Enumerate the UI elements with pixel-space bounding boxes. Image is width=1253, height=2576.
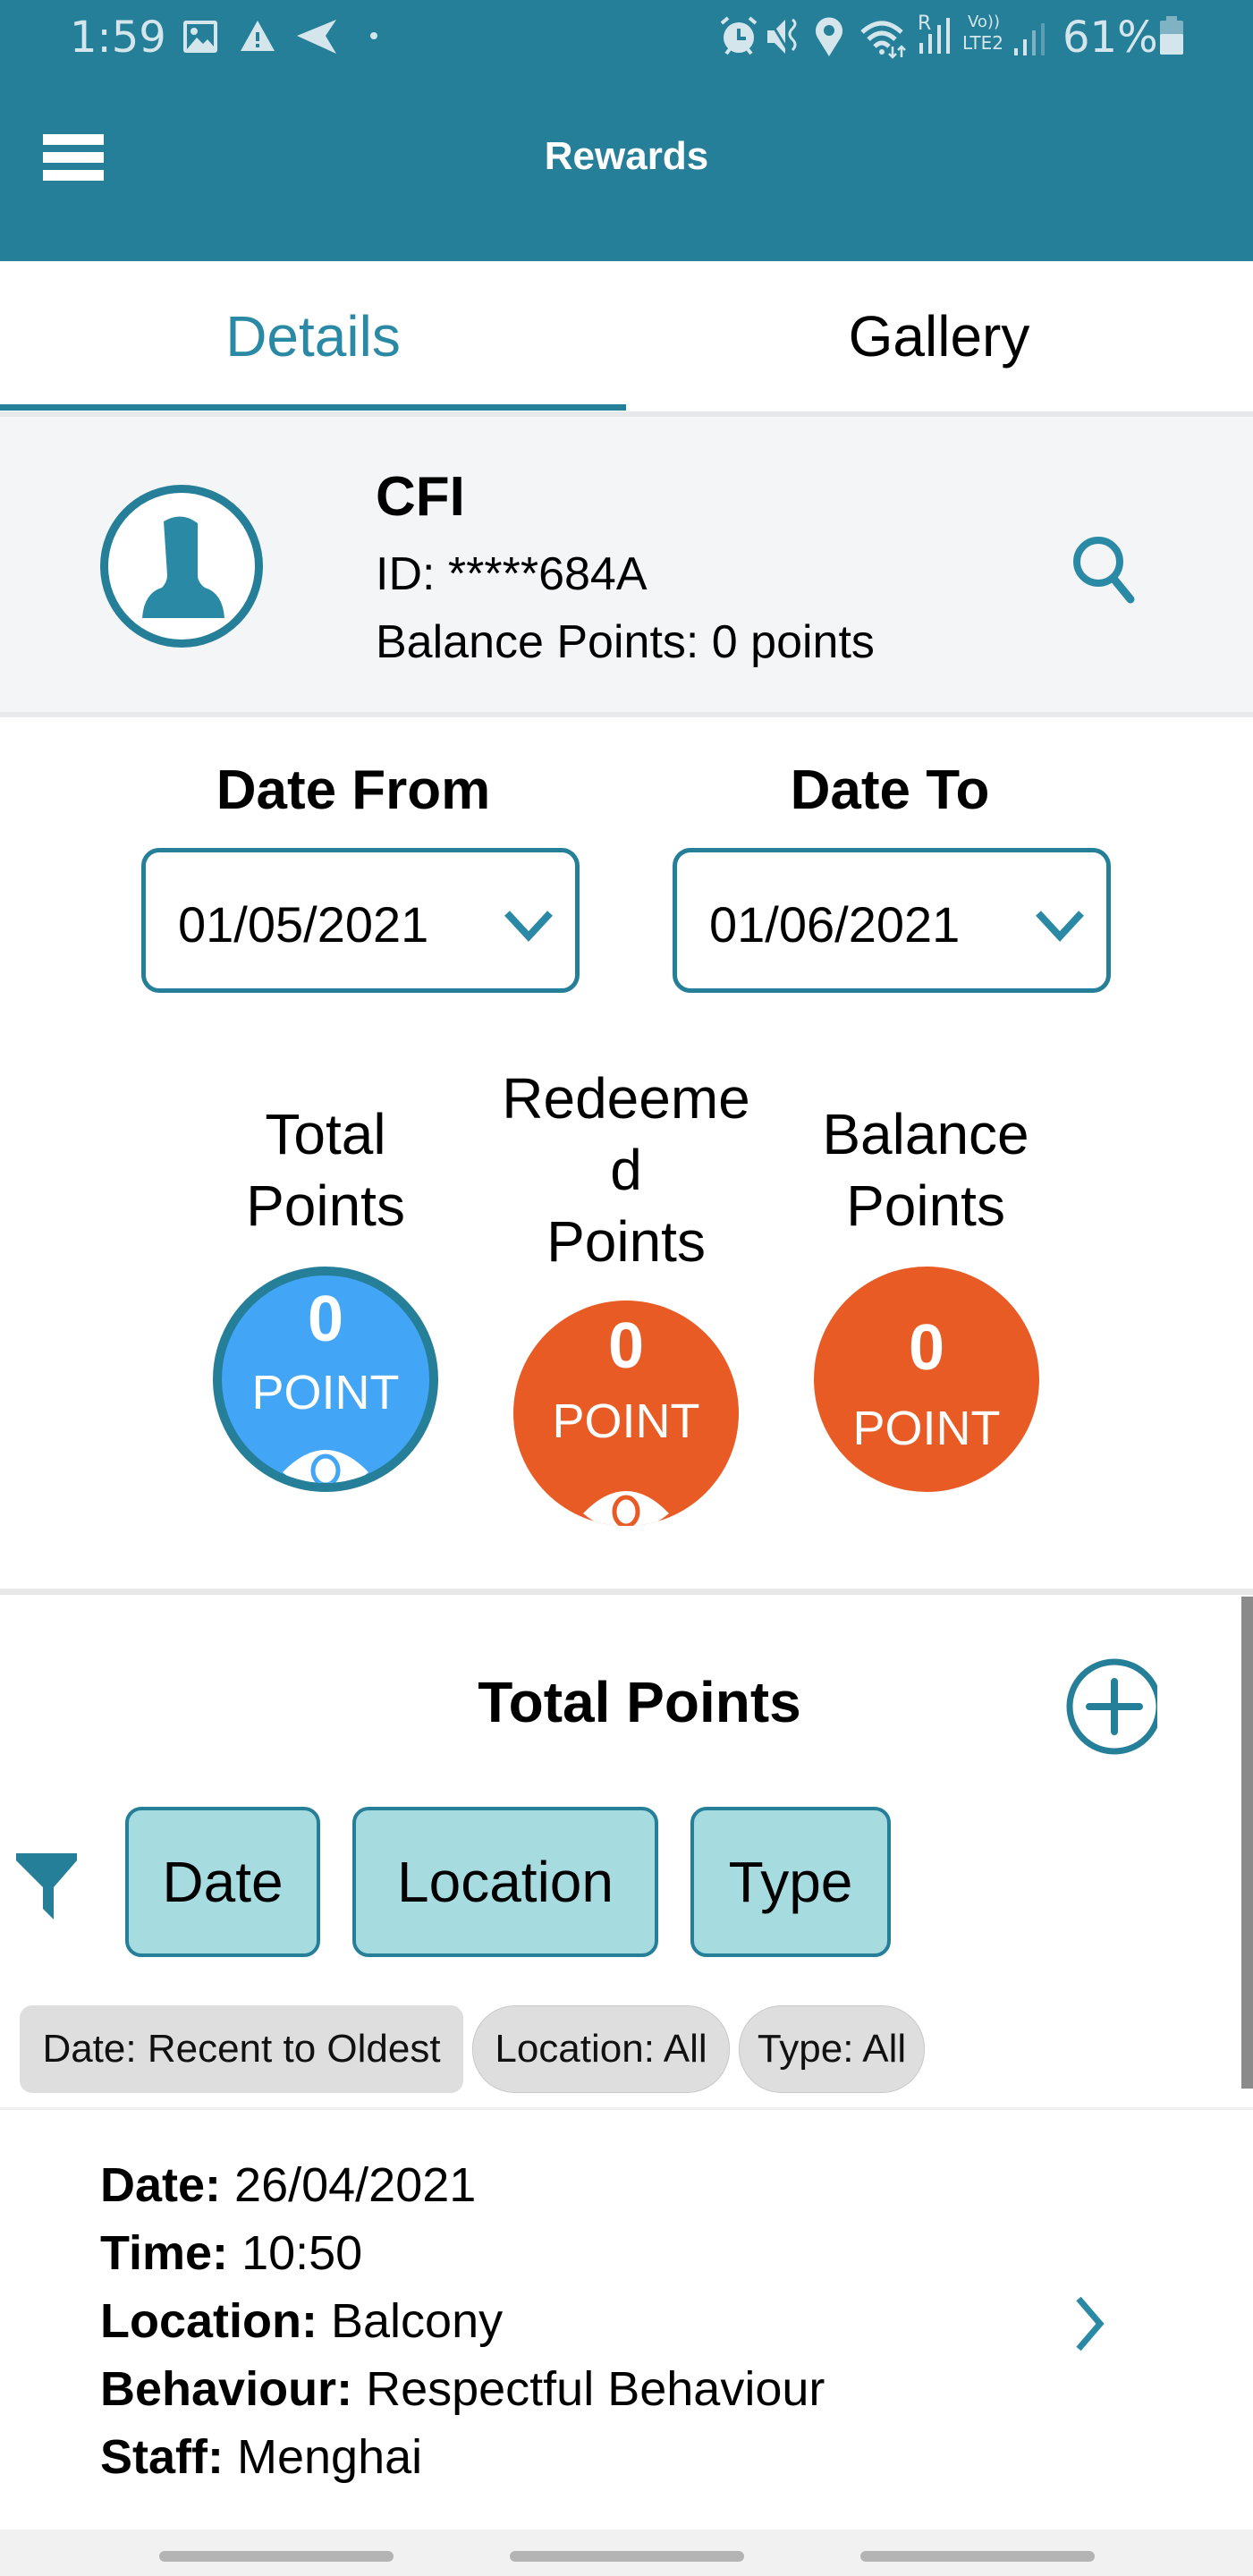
send-icon: [297, 20, 336, 54]
filter-icon[interactable]: [14, 1848, 79, 1921]
total-points-value: 0: [307, 1284, 344, 1355]
date-from-picker[interactable]: 01/05/2021: [141, 848, 580, 993]
app-bar: 1:59 R Vo)) LTE2 61% Rewards: [0, 0, 1253, 261]
label-line: Points: [546, 1209, 706, 1274]
field-value: Menghai: [237, 2430, 423, 2484]
status-time: 1:59: [70, 13, 166, 63]
dot-icon: [370, 32, 377, 39]
date-from-value: 01/05/2021: [178, 896, 429, 953]
field-value: 10:50: [241, 2226, 363, 2280]
location-icon: [816, 17, 842, 57]
record-staff: Staff: Menghai: [100, 2429, 422, 2485]
redeemed-points-value: 0: [607, 1310, 645, 1382]
tab-details[interactable]: Details: [0, 261, 626, 411]
filter-date-button[interactable]: Date: [125, 1807, 320, 1957]
label-line: d: [610, 1138, 642, 1202]
vibrate-icon: [767, 18, 797, 54]
field-key: Behaviour:: [100, 2362, 353, 2416]
profile-name: CFI: [376, 466, 465, 528]
date-to-value: 01/06/2021: [709, 896, 961, 953]
field-key: Staff:: [100, 2430, 224, 2484]
search-button[interactable]: [1064, 528, 1145, 608]
label-line: Balance: [822, 1102, 1029, 1166]
date-to-picker[interactable]: 01/06/2021: [673, 848, 1111, 993]
profile-balance: Balance Points: 0 points: [376, 616, 875, 668]
label-line: Points: [846, 1174, 1005, 1238]
field-value: Respectful Behaviour: [366, 2362, 825, 2416]
balance-points-unit: POINT: [852, 1402, 1001, 1455]
add-button[interactable]: [1063, 1657, 1157, 1757]
redeemed-points-unit: POINT: [552, 1394, 700, 1448]
nav-recents-button[interactable]: [159, 2551, 394, 2562]
page-title: Rewards: [544, 134, 709, 178]
lte-label: LTE2: [962, 32, 1003, 54]
wifi-icon: [860, 21, 906, 59]
system-nav-bar: [0, 2529, 1253, 2576]
total-points-label: Total Points: [191, 1098, 460, 1241]
balance-points-value: 0: [908, 1312, 945, 1384]
divider: [0, 712, 1253, 717]
nav-home-button[interactable]: [510, 2551, 744, 2562]
record-location: Location: Balcony: [100, 2293, 503, 2349]
record-date: Date: 26/04/2021: [100, 2157, 476, 2213]
redeemed-points-label: Redeeme d Points: [483, 1063, 769, 1277]
active-filter-chip-location[interactable]: Location: All: [472, 2005, 730, 2093]
eye-icon: [583, 1491, 669, 1526]
active-filter-chip-type[interactable]: Type: All: [739, 2005, 925, 2093]
filter-location-button[interactable]: Location: [352, 1807, 658, 1957]
roaming-label: R: [918, 13, 932, 35]
chevron-down-icon: [504, 911, 553, 942]
tab-gallery[interactable]: Gallery: [626, 261, 1252, 411]
label-line: Total: [265, 1102, 386, 1166]
label-line: Points: [246, 1174, 405, 1238]
divider: [0, 1589, 1253, 1595]
nav-back-button[interactable]: [860, 2551, 1095, 2562]
avatar: [100, 485, 263, 648]
battery-icon: [1160, 16, 1183, 55]
field-key: Time:: [100, 2226, 229, 2280]
alarm-icon: [720, 16, 758, 55]
battery-percent: 61%: [1063, 13, 1158, 63]
redeemed-points-circle[interactable]: 0 POINT: [513, 1301, 739, 1526]
field-key: Date:: [100, 2158, 222, 2212]
total-points-unit: POINT: [251, 1366, 400, 1419]
active-tab-indicator: [0, 404, 626, 411]
active-filter-chip-date[interactable]: Date: Recent to Oldest: [20, 2005, 463, 2093]
warning-icon: [241, 21, 275, 51]
gallery-icon: [183, 21, 217, 53]
field-key: Location:: [100, 2294, 317, 2348]
chevron-right-icon[interactable]: [1071, 2295, 1107, 2352]
field-value: Balcony: [331, 2294, 504, 2348]
chevron-down-icon: [1036, 911, 1084, 942]
profile-id: ID: *****684A: [376, 548, 648, 600]
total-points-circle[interactable]: 0 POINT: [213, 1267, 438, 1492]
scrollbar[interactable]: [1241, 1597, 1253, 2089]
date-from-label: Date From: [216, 759, 491, 821]
person-icon: [142, 516, 224, 618]
plus-circle-icon: [1066, 1658, 1157, 1755]
volte-label: Vo)): [968, 13, 1000, 31]
record-behaviour: Behaviour: Respectful Behaviour: [100, 2361, 825, 2417]
filter-type-button[interactable]: Type: [690, 1807, 891, 1957]
divider: [0, 2107, 1253, 2110]
field-value: 26/04/2021: [234, 2158, 477, 2212]
record-time: Time: 10:50: [100, 2225, 362, 2281]
volte-lte2-signal-icon: Vo)) LTE2: [961, 13, 1046, 59]
label-line: Redeeme: [502, 1066, 750, 1131]
balance-points-label: Balance Points: [787, 1098, 1064, 1241]
tab-bar: Details Gallery: [0, 261, 1253, 411]
date-to-label: Date To: [790, 759, 990, 821]
balance-points-circle[interactable]: 0 POINT: [814, 1267, 1039, 1492]
signal-roaming-icon: R: [916, 13, 961, 57]
eye-icon: [283, 1450, 368, 1483]
search-icon: [1073, 537, 1135, 604]
